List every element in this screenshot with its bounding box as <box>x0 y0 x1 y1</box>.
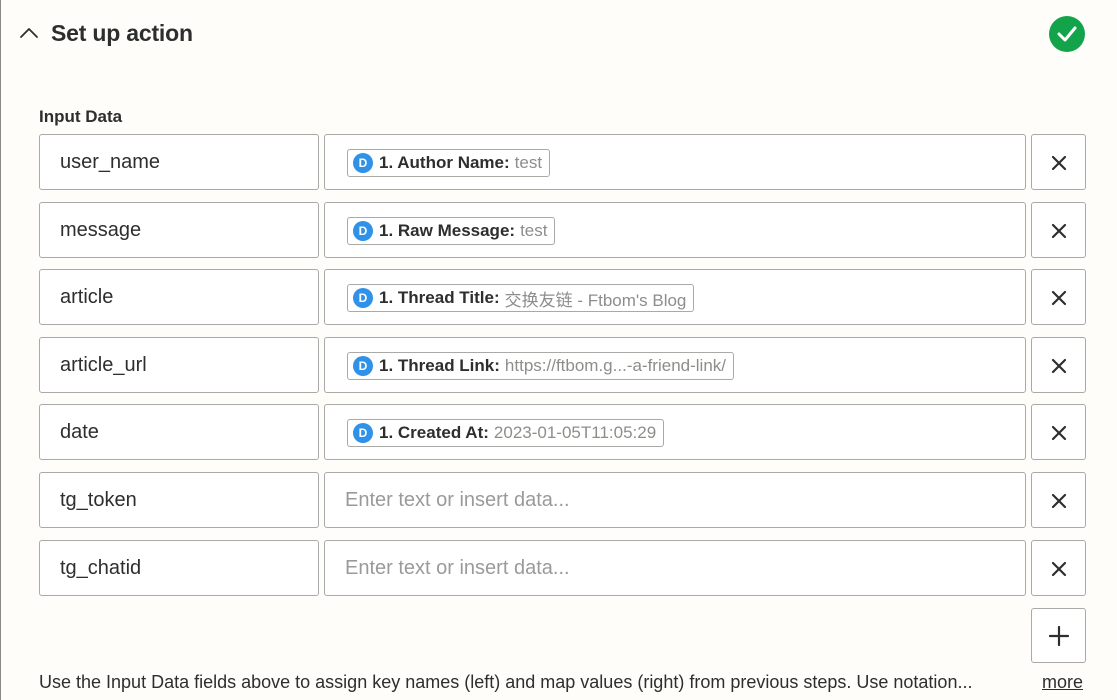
more-link[interactable]: more <box>1042 672 1083 693</box>
close-icon <box>1051 358 1067 374</box>
input-data-row: tg_chatid Enter text or insert data... <box>39 540 1086 596</box>
value-input[interactable]: D 1. Thread Title: 交换友链 - Ftbom's Blog <box>324 269 1026 325</box>
close-icon <box>1051 155 1067 171</box>
pill-sample-value: test <box>520 221 548 240</box>
input-data-row: user_name D 1. Author Name: test <box>39 134 1086 190</box>
key-name-input[interactable]: article <box>39 269 319 325</box>
pill-sample-value: https://ftbom.g...-a-friend-link/ <box>504 356 727 375</box>
input-data-label: Input Data <box>39 107 123 126</box>
remove-field-button[interactable] <box>1031 202 1086 258</box>
input-data-row: article D 1. Thread Title: 交换友链 - Ftbom's B… <box>39 269 1086 325</box>
key-name-input[interactable]: message <box>39 202 319 258</box>
close-icon <box>1051 425 1067 441</box>
mapped-data-pill[interactable]: D 1. Created At: 2023-01-05T11:05:29 <box>347 419 665 447</box>
setup-action-panel: Set up action Input Data user_name D 1. Au… <box>0 0 1117 700</box>
mapped-data-pill[interactable]: D 1. Thread Link: https://ftbom.g...-a-fri… <box>347 352 735 380</box>
input-data-row: article_url D 1. Thread Link: https://ftbom… <box>39 337 1086 393</box>
close-icon <box>1051 493 1067 509</box>
help-text: Use the Input Data fields above to assig… <box>39 672 973 692</box>
pill-field-label: 1. Raw Message: <box>379 221 516 240</box>
pill-sample-value: test <box>514 153 543 172</box>
section-header[interactable]: Set up action <box>1 0 1117 68</box>
key-name-input[interactable]: tg_token <box>39 472 319 528</box>
value-input[interactable]: D 1. Author Name: test <box>324 134 1026 190</box>
disqus-app-icon: D <box>353 423 373 443</box>
value-placeholder: Enter text or insert data... <box>345 557 570 579</box>
key-name-input[interactable]: tg_chatid <box>39 540 319 596</box>
key-name-input[interactable]: date <box>39 404 319 460</box>
pill-sample-value: 2023-01-05T11:05:29 <box>493 423 657 442</box>
add-field-button[interactable] <box>1031 608 1086 663</box>
close-icon <box>1051 223 1067 239</box>
pill-field-label: 1. Thread Link: <box>379 356 500 375</box>
value-placeholder: Enter text or insert data... <box>345 489 570 511</box>
chevron-up-icon[interactable] <box>17 22 41 46</box>
mapped-data-pill[interactable]: D 1. Thread Title: 交换友链 - Ftbom's Blog <box>347 284 695 312</box>
app-icon-letter: D <box>358 291 368 305</box>
pill-sample-value: 交换友链 - Ftbom's Blog <box>504 290 687 310</box>
value-input[interactable]: D 1. Thread Link: https://ftbom.g...-a-fri… <box>324 337 1026 393</box>
input-data-row: tg_token Enter text or insert data... <box>39 472 1086 528</box>
remove-field-button[interactable] <box>1031 540 1086 596</box>
close-icon <box>1051 561 1067 577</box>
section-title: Set up action <box>51 20 193 46</box>
pill-field-label: 1. Created At: <box>379 423 489 442</box>
value-input[interactable]: D 1. Raw Message: test <box>324 202 1026 258</box>
app-icon-letter: D <box>358 224 368 238</box>
value-input[interactable]: Enter text or insert data... <box>324 540 1026 596</box>
app-icon-letter: D <box>358 426 368 440</box>
disqus-app-icon: D <box>353 153 373 173</box>
mapped-data-pill[interactable]: D 1. Author Name: test <box>347 149 551 177</box>
input-data-row: date D 1. Created At: 2023-01-05T11:05:29 <box>39 404 1086 460</box>
disqus-app-icon: D <box>353 356 373 376</box>
pill-field-label: 1. Thread Title: <box>379 288 500 307</box>
remove-field-button[interactable] <box>1031 472 1086 528</box>
input-data-row: message D 1. Raw Message: test <box>39 202 1086 258</box>
disqus-app-icon: D <box>353 221 373 241</box>
value-input[interactable]: D 1. Created At: 2023-01-05T11:05:29 <box>324 404 1026 460</box>
app-icon-letter: D <box>358 359 368 373</box>
key-name-input[interactable]: user_name <box>39 134 319 190</box>
app-icon-letter: D <box>358 156 368 170</box>
remove-field-button[interactable] <box>1031 404 1086 460</box>
key-name-input[interactable]: article_url <box>39 337 319 393</box>
close-icon <box>1051 290 1067 306</box>
remove-field-button[interactable] <box>1031 269 1086 325</box>
mapped-data-pill[interactable]: D 1. Raw Message: test <box>347 217 556 245</box>
remove-field-button[interactable] <box>1031 134 1086 190</box>
plus-icon <box>1049 626 1069 646</box>
remove-field-button[interactable] <box>1031 337 1086 393</box>
pill-field-label: 1. Author Name: <box>379 153 510 172</box>
disqus-app-icon: D <box>353 288 373 308</box>
value-input[interactable]: Enter text or insert data... <box>324 472 1026 528</box>
check-circle-icon <box>1049 16 1085 52</box>
